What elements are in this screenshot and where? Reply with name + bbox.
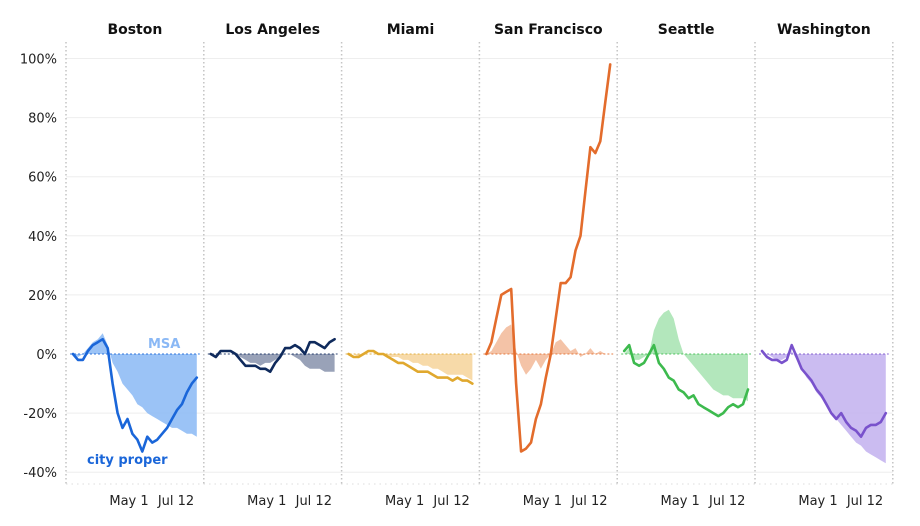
y-axis: 100% 80% 60% 40% 20% 0% -20% -40%	[20, 53, 57, 482]
panel-washington: Washington May 1 Jul 12	[759, 22, 889, 509]
panel-miami: Miami May 1 Jul 12	[345, 22, 476, 509]
chart: 100% 80% 60% 40% 20% 0% -20% -40% Boston May 1 Ju…	[20, 22, 894, 509]
panel-san-francisco: San Francisco May 1 Jul 12	[483, 22, 614, 509]
y-tick-label: 0%	[36, 348, 57, 363]
panel-title: Washington	[777, 22, 871, 38]
panel-title: Boston	[107, 22, 162, 38]
y-tick-label: 40%	[28, 230, 57, 245]
msa-area	[762, 351, 886, 464]
panel-seattle: Seattle May 1 Jul 12	[621, 22, 751, 509]
x-tick-label: Jul 12	[157, 494, 194, 509]
panel-los-angeles: Los Angeles May 1 Jul 12	[207, 22, 338, 509]
msa-label: MSA	[148, 337, 180, 352]
y-tick-label: -20%	[23, 407, 57, 422]
x-tick-label: Jul 12	[708, 494, 745, 509]
y-tick-label: -40%	[23, 466, 57, 481]
x-tick-label: May 1	[385, 494, 424, 509]
x-tick-label: May 1	[247, 494, 286, 509]
panel-boston: Boston May 1 Jul 12	[70, 22, 200, 509]
y-tick-label: 20%	[28, 289, 57, 304]
y-tick-label: 80%	[28, 112, 57, 127]
x-tick-label: Jul 12	[570, 494, 607, 509]
x-tick-label: Jul 12	[295, 494, 332, 509]
msa-area	[624, 309, 748, 402]
panel-title: Los Angeles	[225, 22, 320, 38]
x-tick-label: May 1	[523, 494, 562, 509]
panel-title: Miami	[387, 22, 435, 38]
panel-title: San Francisco	[494, 22, 603, 38]
city-line	[485, 63, 612, 453]
x-tick-label: May 1	[109, 494, 148, 509]
x-tick-label: May 1	[661, 494, 700, 509]
y-tick-label: 60%	[28, 171, 57, 186]
panel-title: Seattle	[658, 22, 715, 38]
x-tick-label: May 1	[798, 494, 837, 509]
city-proper-label: city proper	[87, 453, 168, 468]
x-tick-label: Jul 12	[846, 494, 883, 509]
y-tick-label: 100%	[20, 53, 57, 68]
x-tick-label: Jul 12	[432, 494, 469, 509]
